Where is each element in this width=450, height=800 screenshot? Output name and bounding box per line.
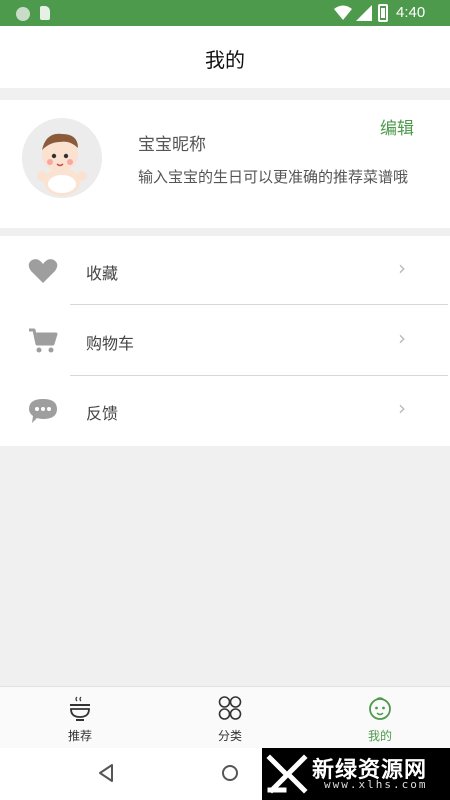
birthday-hint: 输入宝宝的生日可以更准确的推荐菜谱哦 — [138, 168, 409, 186]
status-time: 4:40 — [396, 4, 426, 21]
menu-item-feedback[interactable]: 反馈 › — [0, 376, 450, 444]
page-title: 我的 — [205, 48, 245, 72]
section-divider — [0, 228, 450, 236]
bottom-tab-bar: 推荐 分类 我的 — [0, 686, 450, 748]
empty-area — [0, 446, 450, 686]
menu-item-label: 购物车 — [86, 334, 135, 353]
notification-dot-icon — [16, 7, 30, 21]
menu-item-favorites[interactable]: 收藏 › — [0, 236, 450, 304]
watermark-logo-icon — [266, 754, 308, 794]
divider — [70, 304, 448, 305]
tab-mine[interactable]: 我的 — [305, 687, 450, 749]
baby-face-icon — [369, 697, 391, 720]
tab-label: 分类 — [217, 729, 242, 743]
tab-recommend[interactable]: 推荐 — [5, 687, 155, 749]
app-header: 我的 — [0, 26, 450, 88]
status-bar: 4:40 — [0, 0, 450, 26]
watermark: 新绿资源网 www.xlhs.com — [262, 748, 450, 800]
back-triangle-icon[interactable] — [98, 763, 114, 783]
tab-label: 推荐 — [67, 729, 92, 743]
tab-category[interactable]: 分类 — [155, 687, 305, 749]
chevron-right-icon: › — [398, 256, 406, 280]
signal-icon — [356, 5, 372, 21]
menu-item-cart[interactable]: 购物车 › — [0, 306, 450, 374]
tab-label: 我的 — [367, 729, 392, 743]
battery-icon — [378, 4, 388, 22]
profile-card[interactable]: 宝宝昵称 编辑 输入宝宝的生日可以更准确的推荐菜谱哦 — [0, 100, 450, 228]
menu-item-label: 反馈 — [86, 404, 119, 423]
cart-icon — [29, 328, 58, 353]
watermark-url: www.xlhs.com — [324, 778, 428, 791]
baby-avatar-icon — [22, 118, 102, 198]
wifi-icon — [334, 5, 352, 20]
menu-list: 收藏 › 购物车 › 反馈 › — [0, 236, 450, 446]
sd-card-icon — [40, 6, 50, 20]
heart-icon — [28, 259, 58, 283]
chevron-right-icon: › — [398, 326, 406, 350]
bowl-icon — [70, 696, 90, 721]
home-circle-icon[interactable] — [222, 765, 238, 781]
section-divider — [0, 88, 450, 100]
baby-nickname[interactable]: 宝宝昵称 — [138, 130, 206, 155]
chevron-right-icon: › — [398, 396, 406, 420]
grid-icon — [218, 696, 242, 720]
chat-bubble-icon — [29, 399, 57, 423]
edit-button[interactable]: 编辑 — [380, 114, 414, 139]
menu-item-label: 收藏 — [86, 264, 119, 283]
avatar[interactable] — [22, 118, 102, 198]
